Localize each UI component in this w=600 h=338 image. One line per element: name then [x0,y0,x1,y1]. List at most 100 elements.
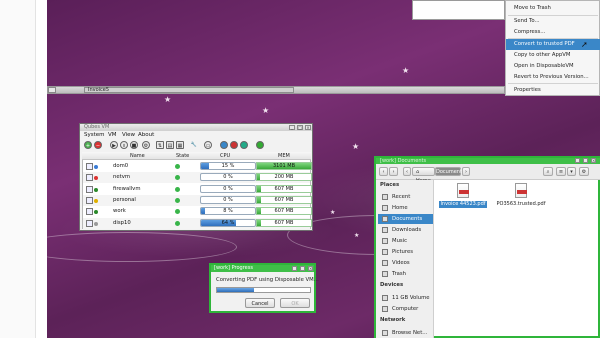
vm-type-icon [86,219,93,227]
path-left-arrow-icon[interactable]: ‹ [403,167,411,176]
download-icon [382,227,388,233]
stop-vm-icon[interactable]: ■ [130,141,138,149]
file-name: Invoice 44523.pdf [439,201,487,208]
breadcrumb-documents[interactable]: Documents [435,167,465,176]
star-decoration: ★ [164,95,172,104]
mem-usage-text: 200 MB [274,174,294,181]
column-header-mem[interactable]: MEM [278,152,290,160]
pause-vm-icon[interactable]: ॥ [120,141,128,149]
vm-label-dot [94,198,98,203]
maximize-button[interactable]: □ [297,125,303,130]
maximize-button[interactable] [300,266,305,271]
path-right-arrow-icon[interactable]: › [462,167,470,176]
vm-row[interactable]: firewallvm 0 % 607 MB [83,184,312,195]
vm-label-dot [94,187,98,192]
vm-type-icon [86,163,93,170]
create-vm-icon[interactable]: + [84,141,92,149]
close-button[interactable]: × [591,158,596,163]
vm-type-icon [86,174,93,182]
column-header-name[interactable]: Name [130,152,145,160]
star-decoration: ★ [402,66,410,75]
folder-icon [382,216,388,222]
global-settings-icon[interactable] [240,141,248,149]
vm-row[interactable]: disp10 64 % 607 MB [83,217,312,229]
menu-item-properties[interactable]: Properties [506,85,600,96]
vm-name: personal [113,196,136,203]
column-header-cpu[interactable]: CPU [220,152,230,160]
star-decoration: ★ [262,106,270,115]
home-icon [382,205,388,211]
vm-name: netvm [113,174,130,181]
back-icon[interactable]: ‹ [379,167,388,176]
menu-separator [508,83,598,84]
star-decoration: ★ [330,209,336,216]
menu-vm[interactable]: VM [108,131,117,139]
taskbar-handle[interactable] [48,87,56,93]
settings-gear-icon[interactable]: ⚙ [579,167,589,176]
maximize-button[interactable] [583,158,588,163]
vm-running-indicator [175,186,180,192]
show-running-icon[interactable] [256,141,264,149]
vm-type-icon [86,196,93,204]
forward-icon[interactable]: › [389,167,398,176]
network-globe-icon[interactable] [220,141,228,149]
menu-about[interactable]: About [138,131,154,139]
cpu-usage-text: 64 % [221,219,235,226]
trash-icon [382,271,388,277]
search-icon[interactable]: ⌕ [543,167,553,176]
menu-item-revert-previous-version[interactable]: Revert to Previous Version... [506,72,600,83]
menu-item-open-in-disposablevm[interactable]: Open in DisposableVM [506,61,600,72]
cpu-usage-text: 0 % [223,196,233,203]
taskbar-window-button[interactable] [84,87,294,93]
edit-firewall-icon[interactable]: ▦ [176,141,184,149]
progress-dialog-title[interactable]: [work] Progress [211,265,314,272]
restore-icon[interactable] [230,141,238,149]
column-header-state[interactable]: State [176,152,189,160]
ok-button[interactable]: OK [280,298,310,308]
sidebar-section-network: Network [380,317,406,323]
run-command-icon[interactable]: ▤ [166,141,174,149]
menu-item-send-to[interactable]: Send To... [506,16,600,27]
vm-table-header: Name State CPU MEM [82,152,311,160]
qubes-manager-titlebar[interactable]: Qubes VM [80,124,312,131]
start-vm-icon[interactable]: ▶ [110,141,118,149]
star-decoration: ★ [352,142,360,151]
menu-view[interactable]: View [122,131,135,139]
minimize-button[interactable]: _ [289,125,295,130]
vm-label-dot [94,210,98,215]
menu-item-compress[interactable]: Compress... [506,27,600,38]
backup-icon[interactable]: ▭ [204,141,212,149]
cpu-usage-text: 0 % [223,185,233,192]
menu-item-copy-to-other-appvm[interactable]: Copy to other AppVM [506,50,600,61]
vm-row[interactable]: netvm 0 % 200 MB [83,172,312,184]
update-vm-icon[interactable]: ⇅ [156,141,164,149]
file-name: PO3563.trusted.pdf [496,201,546,207]
mem-usage-text: 607 MB [274,185,294,192]
remove-vm-icon[interactable]: − [94,141,102,149]
cpu-usage-text: 0 % [223,174,233,181]
vm-running-indicator [175,197,180,203]
vm-name: disp10 [113,219,131,226]
cpu-usage-text: 15 % [221,163,235,169]
menu-item-move-to-trash[interactable]: Move to Trash [506,3,600,14]
minimize-button[interactable] [575,158,580,163]
breadcrumb-home[interactable]: ⌂ Home [412,167,435,184]
vm-running-indicator [175,220,180,226]
minimize-button[interactable] [292,266,297,271]
vm-row[interactable]: work 8 % 607 MB [83,206,312,217]
vm-label-dot [94,176,98,181]
view-grid-icon[interactable]: ≡ [556,167,566,176]
taskbar-window-label: Invoice5 [88,87,110,93]
left-page-strip [0,0,36,338]
vm-row[interactable]: dom0 15 % 3101 MB [83,161,312,172]
close-button[interactable]: × [305,125,311,130]
vm-row[interactable]: personal 0 % 607 MB [83,194,312,206]
mem-usage-text: 607 MB [274,196,294,203]
close-button[interactable]: × [308,266,313,271]
menu-system[interactable]: System [84,131,105,139]
tools-icon[interactable]: 🔧 [190,141,198,149]
vm-type-icon [86,185,93,193]
cancel-button[interactable]: Cancel [245,298,275,308]
settings-icon[interactable]: ⚙ [142,141,150,149]
chevron-down-icon[interactable]: ▾ [567,167,576,176]
